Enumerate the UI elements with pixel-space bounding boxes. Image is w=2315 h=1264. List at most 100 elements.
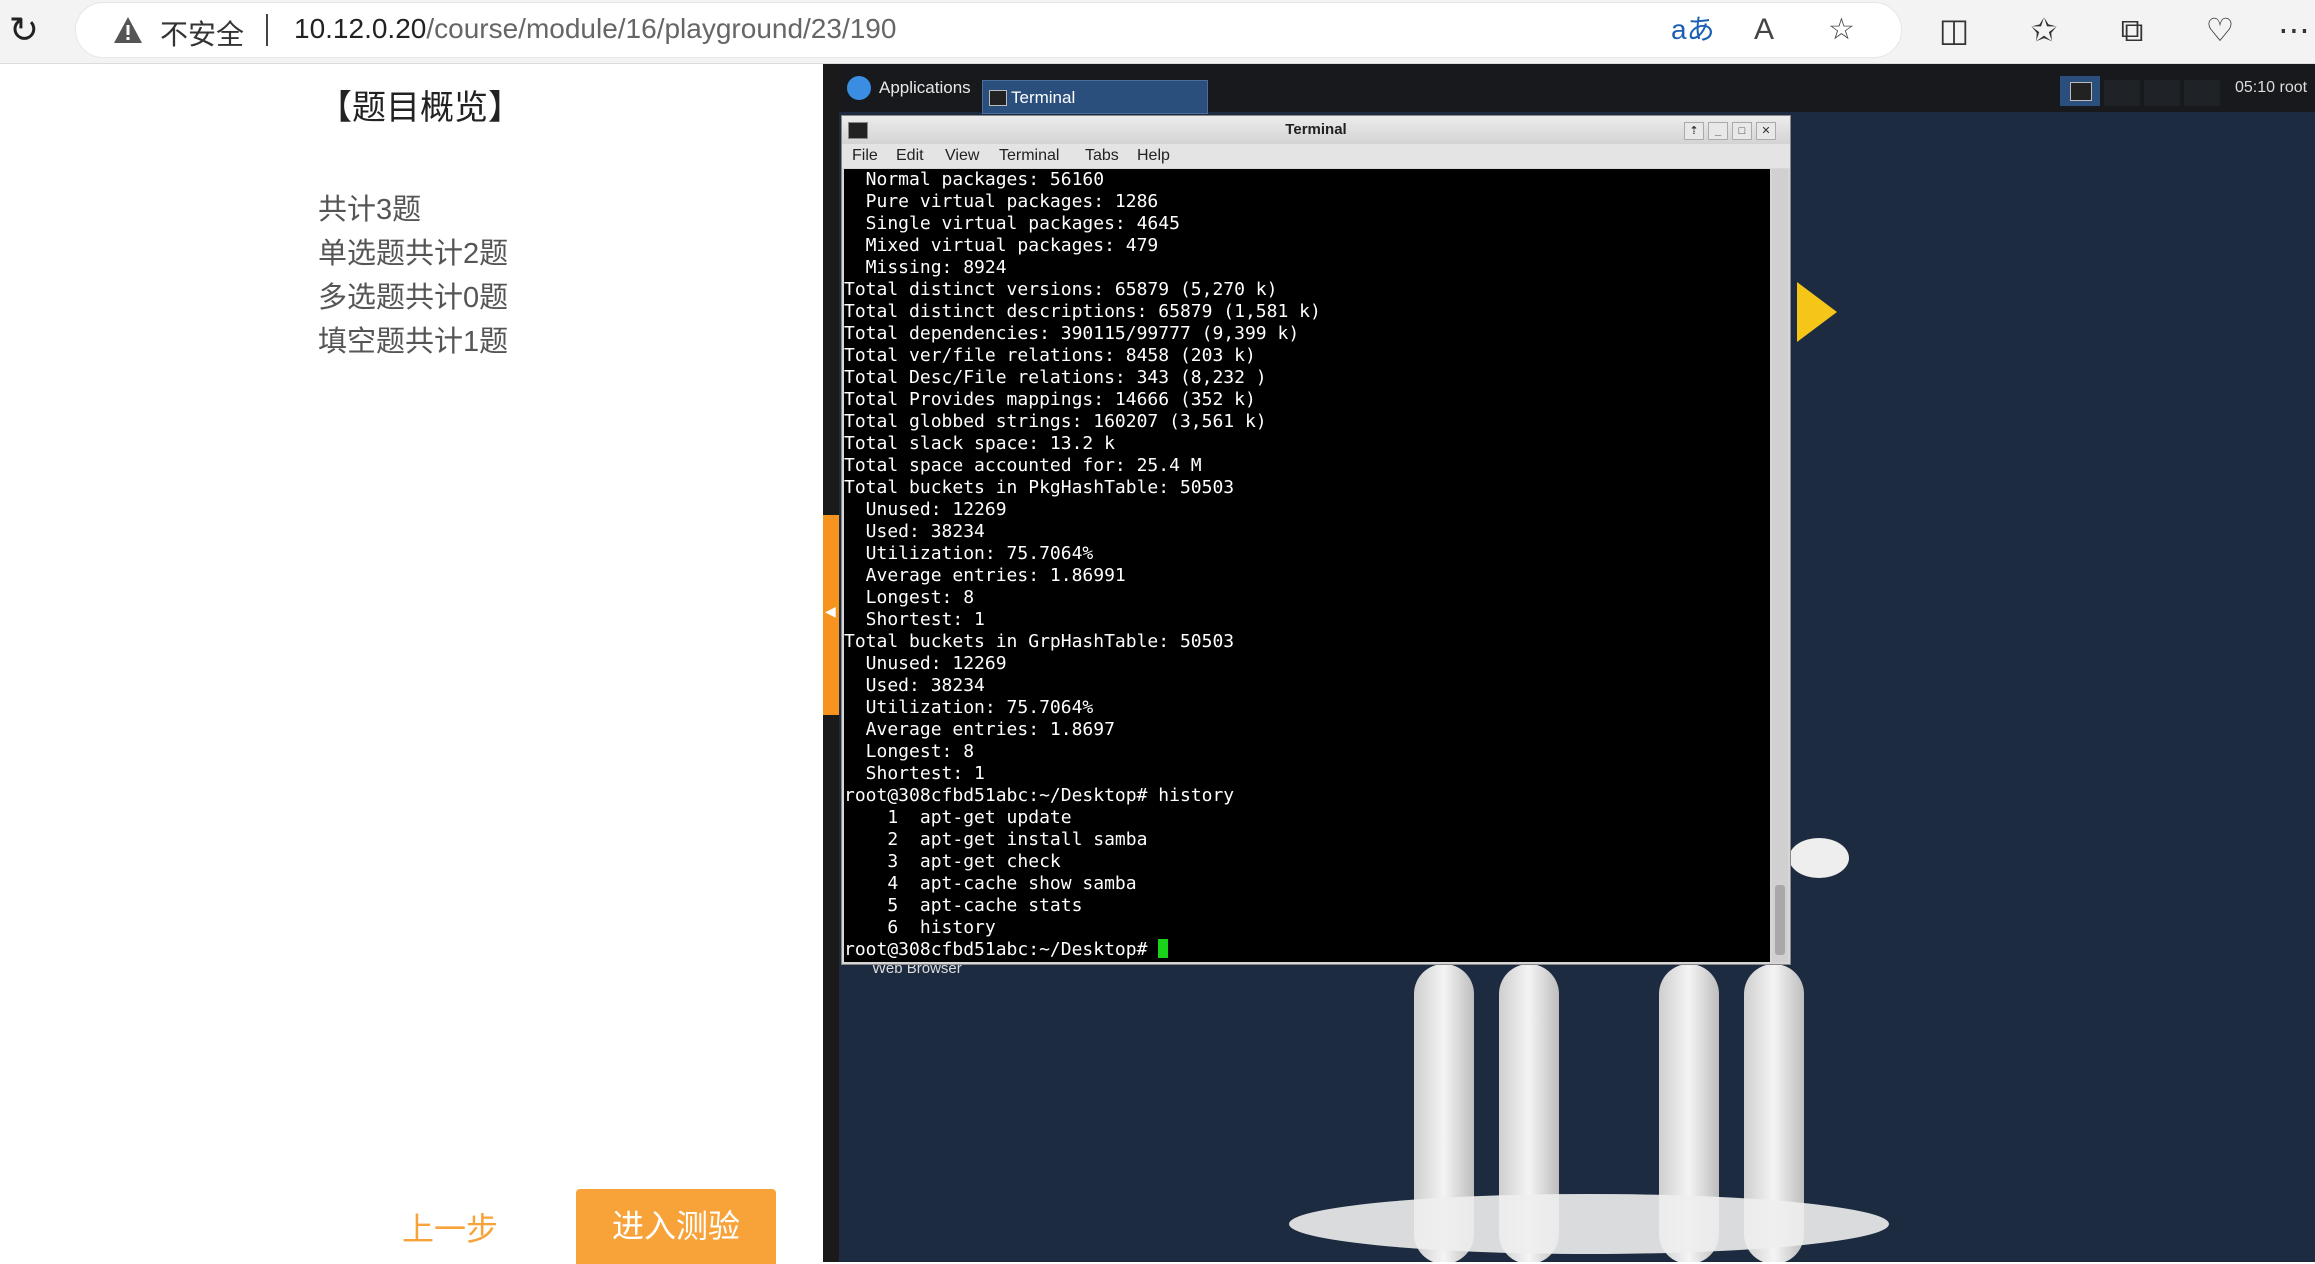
more-menu-icon[interactable]: ⋯ <box>2270 10 2315 50</box>
favorites-icon[interactable]: ✩ <box>2020 10 2068 50</box>
terminal-line: Utilization: 75.7064% <box>844 697 1094 718</box>
figure-floor-shadow <box>1289 1194 1889 1254</box>
workspace-2[interactable] <box>2144 80 2180 106</box>
menu-terminal[interactable]: Terminal <box>999 144 1059 168</box>
collapse-panel-handle[interactable]: ◀ <box>823 515 839 715</box>
collections-icon[interactable]: ⧉ <box>2108 10 2156 50</box>
terminal-scrollbar[interactable] <box>1772 169 1788 962</box>
terminal-line: Average entries: 1.86991 <box>844 565 1126 586</box>
terminal-menubar: File Edit View Terminal Tabs Help <box>842 144 1790 168</box>
terminal-line: 4 apt-cache show samba <box>844 873 1137 894</box>
menu-file[interactable]: File <box>852 144 878 168</box>
terminal-line: Total buckets in GrpHashTable: 50503 <box>844 631 1235 652</box>
terminal-line: Total buckets in PkgHashTable: 50503 <box>844 477 1235 498</box>
multi-choice-count: 多选题共计0题 <box>318 282 509 314</box>
terminal-line: Total Provides mappings: 14666 (352 k) <box>844 389 1256 410</box>
terminal-line: root@308cfbd51abc:~/Desktop# history <box>844 785 1235 806</box>
question-overview-panel: 【题目概览】 共计3题 单选题共计2题 多选题共计0题 填空题共计1题 上一步 … <box>0 64 823 1264</box>
clock[interactable]: 05:10 root <box>2235 64 2307 112</box>
url-text[interactable]: 10.12.0.20/course/module/16/playground/2… <box>294 13 896 45</box>
terminal-line: 6 history <box>844 917 996 938</box>
terminal-line: Total slack space: 13.2 k <box>844 433 1115 454</box>
terminal-line: Missing: 8924 <box>844 257 1007 278</box>
terminal-line: Used: 38234 <box>844 675 985 696</box>
maximize-button[interactable]: □ <box>1732 122 1752 140</box>
terminal-line: 5 apt-cache stats <box>844 895 1083 916</box>
terminal-line: 3 apt-get check <box>844 851 1061 872</box>
start-quiz-button[interactable]: 进入测验 <box>576 1189 776 1264</box>
previous-step-button[interactable]: 上一步 <box>402 1204 498 1250</box>
menu-tabs[interactable]: Tabs <box>1085 144 1119 168</box>
fill-blank-count: 填空题共计1题 <box>318 326 509 358</box>
terminal-prompt: root@308cfbd51abc:~/Desktop# <box>844 939 1159 960</box>
xfce-logo-icon <box>847 76 871 100</box>
terminal-line: Used: 38234 <box>844 521 985 542</box>
reload-icon[interactable]: ↻ <box>4 10 44 50</box>
minimize-button[interactable]: _ <box>1708 122 1728 140</box>
shade-button[interactable]: ⇡ <box>1684 122 1704 140</box>
scrollbar-thumb[interactable] <box>1775 885 1785 955</box>
favorite-star-icon[interactable]: ☆ <box>1828 11 1855 49</box>
terminal-line: Total distinct descriptions: 65879 (1,58… <box>844 301 1321 322</box>
terminal-line: Total space accounted for: 25.4 M <box>844 455 1202 476</box>
browser-essentials-icon[interactable]: ♡ <box>2196 10 2244 50</box>
workspace-3[interactable] <box>2184 80 2220 106</box>
terminal-line: Utilization: 75.7064% <box>844 543 1094 564</box>
menu-help[interactable]: Help <box>1137 144 1170 168</box>
terminal-cursor <box>1158 939 1169 958</box>
terminal-line: 2 apt-get install samba <box>844 829 1148 850</box>
security-label[interactable]: 不安全 <box>160 13 244 53</box>
terminal-line: Normal packages: 56160 <box>844 169 1105 190</box>
taskbar-terminal-label: Terminal <box>1011 88 1076 107</box>
menu-edit[interactable]: Edit <box>896 144 924 168</box>
separator <box>266 14 268 46</box>
overview-title: 【题目概览】 <box>318 89 522 127</box>
desktop-arrow-shape <box>1797 282 1837 342</box>
browser-toolbar: ↻ 不安全 10.12.0.20/course/module/16/playgr… <box>0 0 2315 64</box>
terminal-line: Shortest: 1 <box>844 609 985 630</box>
figure-hand <box>1789 838 1849 878</box>
terminal-line: Unused: 12269 <box>844 653 1007 674</box>
close-button[interactable]: ✕ <box>1756 122 1776 140</box>
terminal-line: Shortest: 1 <box>844 763 985 784</box>
terminal-line: Longest: 8 <box>844 587 975 608</box>
address-bar[interactable]: 不安全 10.12.0.20/course/module/16/playgrou… <box>75 2 1902 58</box>
terminal-line: Total distinct versions: 65879 (5,270 k) <box>844 279 1278 300</box>
read-aloud-icon[interactable]: A <box>1754 11 1774 49</box>
terminal-line: Unused: 12269 <box>844 499 1007 520</box>
desktop-panel: Applications Terminal 05:10 root <box>839 64 2315 114</box>
warning-icon[interactable] <box>112 14 144 46</box>
url-host: 10.12.0.20 <box>294 13 427 44</box>
terminal-line: Total globbed strings: 160207 (3,561 k) <box>844 411 1267 432</box>
workspace-1[interactable] <box>2104 80 2140 106</box>
terminal-line: Single virtual packages: 4645 <box>844 213 1180 234</box>
terminal-line: Longest: 8 <box>844 741 975 762</box>
menu-view[interactable]: View <box>945 144 979 168</box>
terminal-icon <box>2070 82 2092 101</box>
terminal-line: Total dependencies: 390115/99777 (9,399 … <box>844 323 1300 344</box>
translate-icon[interactable]: aあ <box>1671 11 1715 49</box>
terminal-text: Normal packages: 56160 Pure virtual pack… <box>844 169 1770 961</box>
single-choice-count: 单选题共计2题 <box>318 238 509 270</box>
terminal-line: 1 apt-get update <box>844 807 1072 828</box>
terminal-titlebar[interactable]: Terminal ⇡ _ □ ✕ <box>842 116 1790 144</box>
terminal-line: Total Desc/File relations: 343 (8,232 ) <box>844 367 1267 388</box>
terminal-output[interactable]: Normal packages: 56160 Pure virtual pack… <box>844 169 1770 962</box>
terminal-line: Total ver/file relations: 8458 (203 k) <box>844 345 1256 366</box>
url-path: /course/module/16/playground/23/190 <box>426 13 897 44</box>
tray-terminal[interactable] <box>2060 76 2100 106</box>
terminal-icon <box>848 122 868 139</box>
chevron-left-icon: ◀ <box>825 603 836 619</box>
split-screen-icon[interactable]: ◫ <box>1930 10 1978 50</box>
taskbar-terminal[interactable]: Terminal <box>982 80 1208 114</box>
terminal-line: Mixed virtual packages: 479 <box>844 235 1159 256</box>
terminal-prompt-line[interactable]: root@308cfbd51abc:~/Desktop# <box>844 939 1770 961</box>
terminal-line: Pure virtual packages: 1286 <box>844 191 1159 212</box>
terminal-icon <box>989 90 1007 106</box>
applications-label: Applications <box>879 78 971 97</box>
terminal-window[interactable]: Terminal ⇡ _ □ ✕ File Edit View Terminal… <box>841 115 1791 965</box>
applications-menu[interactable]: Applications <box>843 70 971 106</box>
terminal-line: Average entries: 1.8697 <box>844 719 1115 740</box>
terminal-title: Terminal <box>1285 121 1347 138</box>
total-questions: 共计3题 <box>318 194 422 226</box>
